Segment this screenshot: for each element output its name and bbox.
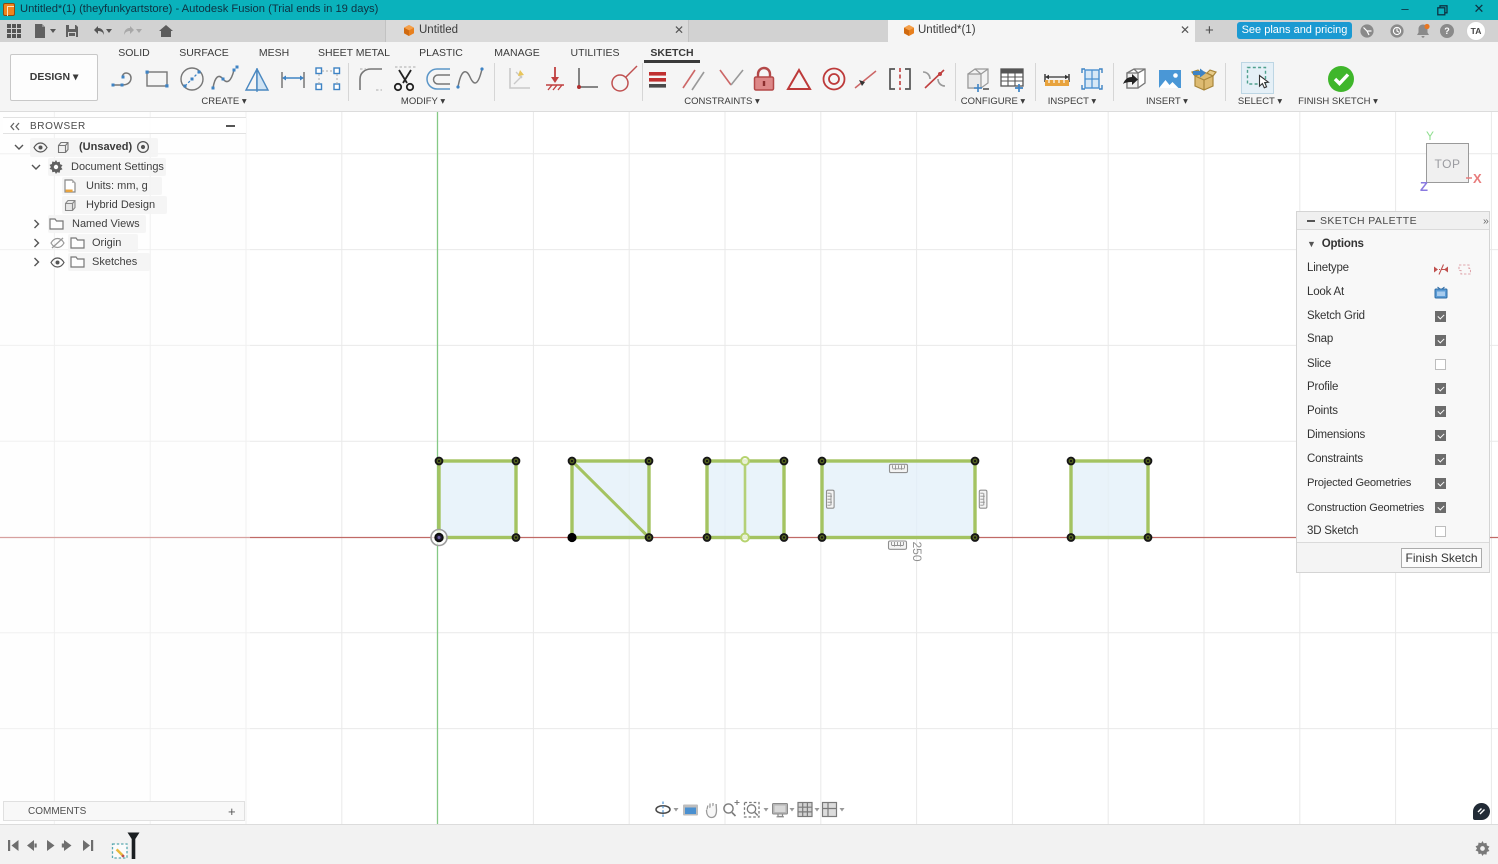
svg-text:X: X — [1473, 171, 1482, 186]
svg-text:Y: Y — [1426, 129, 1434, 143]
svg-text:Z: Z — [1420, 179, 1428, 194]
svg-text:250: 250 — [910, 542, 924, 562]
